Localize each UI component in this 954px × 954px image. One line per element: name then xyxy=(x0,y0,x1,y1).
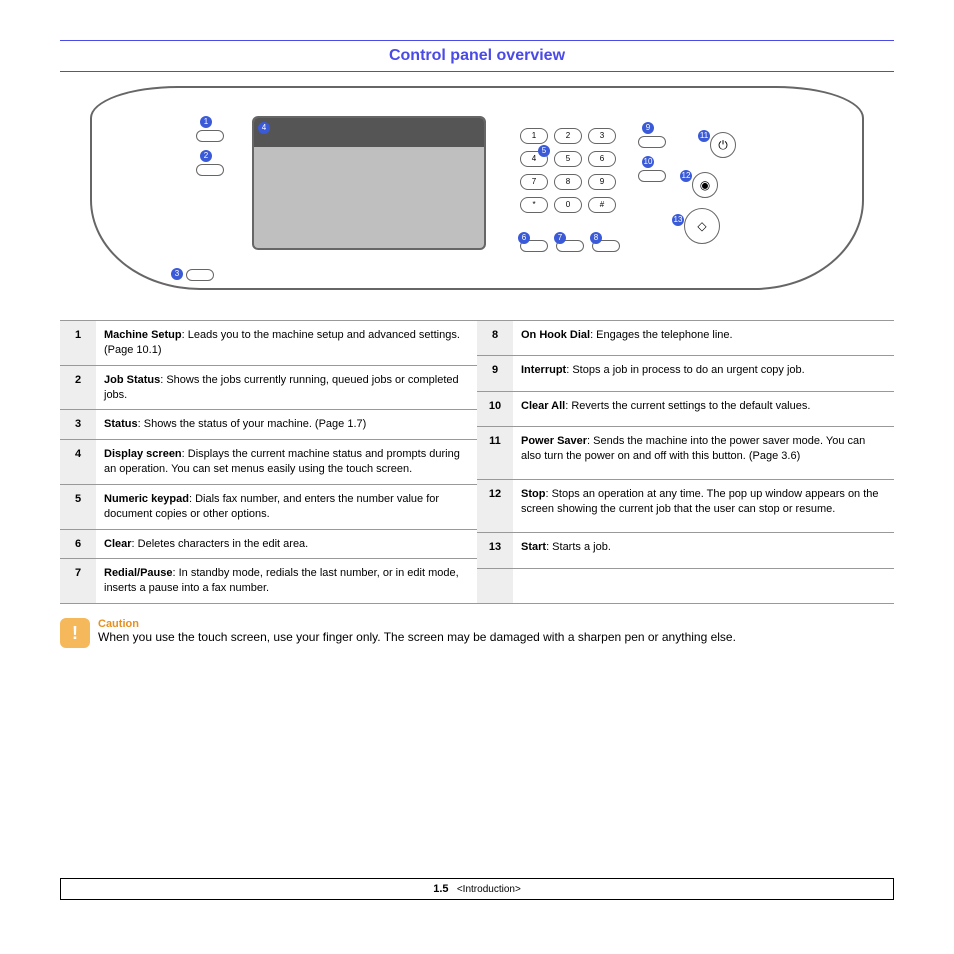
row-text: Display screen: Displays the current mac… xyxy=(96,440,477,485)
key-9[interactable]: 9 xyxy=(588,174,616,190)
power-icon: ⏻ xyxy=(718,138,728,153)
bottom-rule xyxy=(60,71,894,72)
row-text: Job Status: Shows the jobs currently run… xyxy=(96,365,477,410)
table-row: 9Interrupt: Stops a job in process to do… xyxy=(477,356,894,391)
key-0[interactable]: 0 xyxy=(554,197,582,213)
callout-10: 10 xyxy=(642,156,654,168)
callout-4: 4 xyxy=(258,122,270,134)
table-row: 1Machine Setup: Leads you to the machine… xyxy=(60,321,477,366)
key-star[interactable]: * xyxy=(520,197,548,213)
table-row: 3Status: Shows the status of your machin… xyxy=(60,410,477,440)
row-number: 4 xyxy=(60,440,96,485)
row-number: 11 xyxy=(477,427,513,480)
callout-5: 5 xyxy=(538,145,550,157)
start-icon: ◇ xyxy=(697,219,706,233)
power-saver-button[interactable]: ⏻ xyxy=(710,132,736,158)
key-1[interactable]: 1 xyxy=(520,128,548,144)
table-row: 10Clear All: Reverts the current setting… xyxy=(477,391,894,426)
row-number: 3 xyxy=(60,410,96,440)
row-number: 9 xyxy=(477,356,513,391)
job-status-button[interactable] xyxy=(196,164,224,176)
table-row: 8On Hook Dial: Engages the telephone lin… xyxy=(477,321,894,356)
numeric-keypad[interactable]: 1 2 3 4 5 6 7 8 9 * 0 # xyxy=(520,128,614,213)
callout-9: 9 xyxy=(642,122,654,134)
page-footer: 1.5 <Introduction> xyxy=(60,878,894,900)
start-button[interactable]: ◇ xyxy=(684,208,720,244)
callout-12: 12 xyxy=(680,170,692,182)
table-row: 11Power Saver: Sends the machine into th… xyxy=(477,427,894,480)
caution-block: ! Caution When you use the touch screen,… xyxy=(60,618,894,648)
callout-1: 1 xyxy=(200,116,212,128)
table-row: 2Job Status: Shows the jobs currently ru… xyxy=(60,365,477,410)
caution-label: Caution xyxy=(98,618,736,630)
interrupt-button[interactable] xyxy=(638,136,666,148)
row-text: Power Saver: Sends the machine into the … xyxy=(513,427,894,480)
row-text: Status: Shows the status of your machine… xyxy=(96,410,477,440)
row-text: Machine Setup: Leads you to the machine … xyxy=(96,321,477,366)
callout-3: 3 xyxy=(171,268,183,280)
row-text: Start: Starts a job. xyxy=(513,533,894,568)
key-hash[interactable]: # xyxy=(588,197,616,213)
machine-setup-button[interactable] xyxy=(196,130,224,142)
row-text: Numeric keypad: Dials fax number, and en… xyxy=(96,484,477,529)
row-number: 1 xyxy=(60,321,96,366)
panel-illustration: 1 2 3 4 1 2 3 4 5 6 7 8 9 * 0 # 5 xyxy=(90,86,864,290)
key-3[interactable]: 3 xyxy=(588,128,616,144)
caution-text: When you use the touch screen, use your … xyxy=(98,630,736,644)
row-number: 13 xyxy=(477,533,513,568)
caution-icon: ! xyxy=(60,618,90,648)
callout-6: 6 xyxy=(518,232,530,244)
row-text: Clear: Deletes characters in the edit ar… xyxy=(96,529,477,559)
row-number: 8 xyxy=(477,321,513,356)
key-8[interactable]: 8 xyxy=(554,174,582,190)
key-7[interactable]: 7 xyxy=(520,174,548,190)
callout-13: 13 xyxy=(672,214,684,226)
display-screen[interactable] xyxy=(252,116,486,250)
row-text: On Hook Dial: Engages the telephone line… xyxy=(513,321,894,356)
row-text: Interrupt: Stops a job in process to do … xyxy=(513,356,894,391)
section-title: Control panel overview xyxy=(60,41,894,71)
stop-icon: ◉ xyxy=(700,178,710,192)
callout-2: 2 xyxy=(200,150,212,162)
table-row: 5Numeric keypad: Dials fax number, and e… xyxy=(60,484,477,529)
table-row xyxy=(477,568,894,603)
row-number: 12 xyxy=(477,480,513,533)
row-text: Clear All: Reverts the current settings … xyxy=(513,391,894,426)
row-number: 2 xyxy=(60,365,96,410)
footer-page: 1.5 xyxy=(433,883,448,895)
status-button[interactable] xyxy=(186,269,214,281)
row-text: Stop: Stops an operation at any time. Th… xyxy=(513,480,894,533)
table-row: 4Display screen: Displays the current ma… xyxy=(60,440,477,485)
row-number: 6 xyxy=(60,529,96,559)
description-table: 1Machine Setup: Leads you to the machine… xyxy=(60,320,894,604)
table-row: 7Redial/Pause: In standby mode, redials … xyxy=(60,559,477,604)
row-number: 10 xyxy=(477,391,513,426)
description-table-left: 1Machine Setup: Leads you to the machine… xyxy=(60,320,477,604)
clear-all-button[interactable] xyxy=(638,170,666,182)
key-5[interactable]: 5 xyxy=(554,151,582,167)
key-2[interactable]: 2 xyxy=(554,128,582,144)
callout-11: 11 xyxy=(698,130,710,142)
stop-button[interactable]: ◉ xyxy=(692,172,718,198)
row-text: Redial/Pause: In standby mode, redials t… xyxy=(96,559,477,604)
footer-section: <Introduction> xyxy=(457,884,521,895)
description-table-right: 8On Hook Dial: Engages the telephone lin… xyxy=(477,320,894,604)
callout-7: 7 xyxy=(554,232,566,244)
callout-8: 8 xyxy=(590,232,602,244)
row-number: 5 xyxy=(60,484,96,529)
table-row: 12Stop: Stops an operation at any time. … xyxy=(477,480,894,533)
table-row: 13Start: Starts a job. xyxy=(477,533,894,568)
key-6[interactable]: 6 xyxy=(588,151,616,167)
table-row: 6Clear: Deletes characters in the edit a… xyxy=(60,529,477,559)
row-number: 7 xyxy=(60,559,96,604)
